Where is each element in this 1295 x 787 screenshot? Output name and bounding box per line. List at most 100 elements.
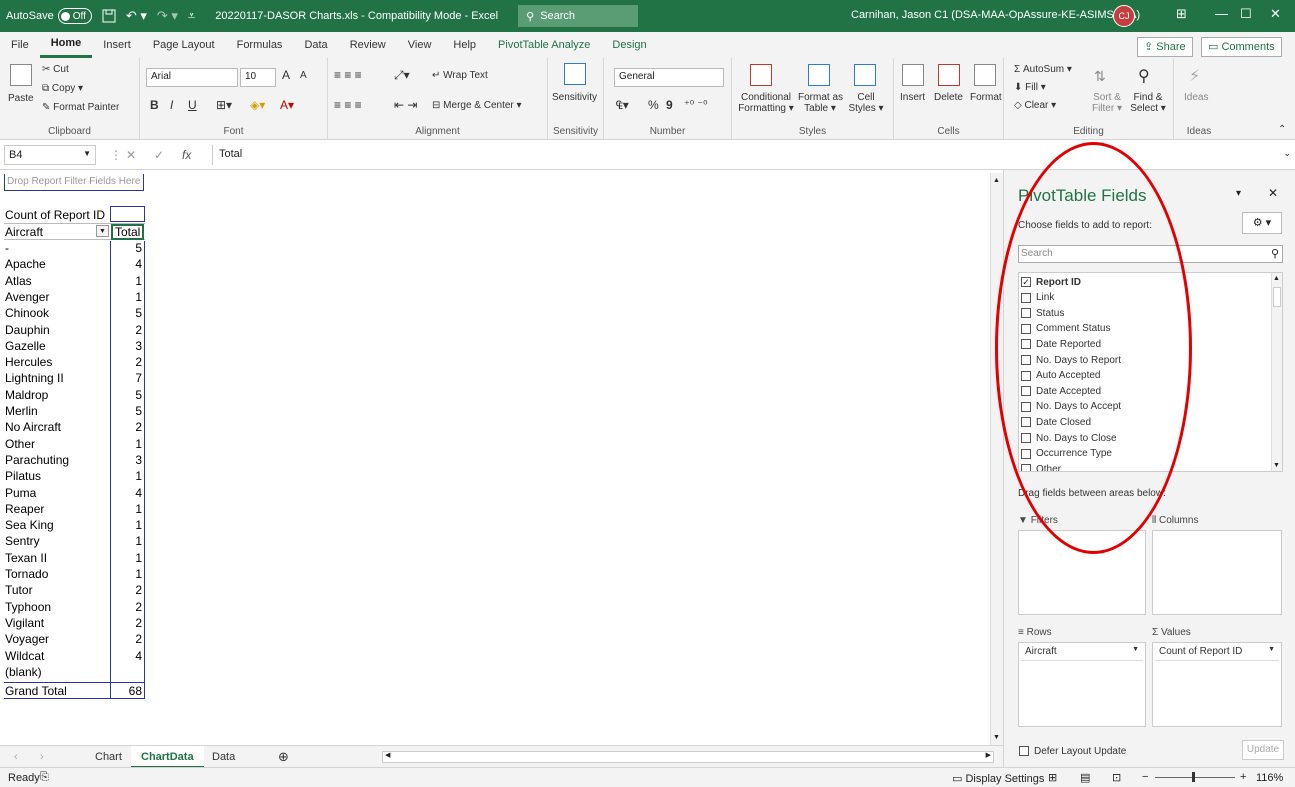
field-checkbox[interactable] (1021, 386, 1031, 397)
sheet-tab-chartdata[interactable]: ChartData (131, 746, 204, 768)
shrink-font-button[interactable]: A (300, 70, 307, 81)
decimal-icon[interactable]: ⁺⁰ ⁻⁰ (684, 98, 708, 111)
fill-color-icon[interactable]: ◈▾ (250, 98, 265, 112)
find-select-button[interactable]: Find & Select ▾ (1128, 92, 1168, 114)
field-checkbox[interactable] (1021, 355, 1031, 365)
row-label[interactable]: Apache (5, 256, 46, 272)
field-item[interactable]: ✓ Report ID (1021, 275, 1081, 289)
underline-button[interactable]: U (188, 98, 197, 112)
macro-recording-icon[interactable]: ⎘ (40, 771, 49, 784)
row-label[interactable]: Tutor (5, 582, 33, 598)
rows-field-dropdown-icon[interactable]: ▼ (1132, 646, 1139, 653)
field-scroll-up-icon[interactable]: ▲ (1273, 275, 1280, 282)
tab-pivottable-analyze[interactable]: PivotTable Analyze (487, 32, 601, 58)
rows-field-chip[interactable]: Aircraft ▼ (1021, 644, 1143, 661)
column-header-cell[interactable]: Total (111, 224, 144, 240)
field-list-scrollbar[interactable]: ▲ ▼ (1271, 273, 1282, 471)
borders-icon[interactable]: ⊞▾ (216, 98, 232, 112)
row-label[interactable]: Merlin (5, 403, 38, 419)
paste-button[interactable]: Paste (8, 93, 34, 104)
cell-styles-button[interactable]: Cell Styles ▾ (846, 92, 886, 114)
zoom-slider[interactable] (1155, 777, 1235, 778)
values-field-dropdown-icon[interactable]: ▼ (1268, 646, 1275, 653)
display-settings-button[interactable]: ▭ Display Settings (952, 772, 1044, 785)
values-field-chip[interactable]: Count of Report ID ▼ (1155, 644, 1279, 661)
align-left-icon[interactable]: ≡ ≡ ≡ (334, 98, 362, 112)
rows-area[interactable]: Aircraft ▼ (1018, 642, 1146, 727)
merge-center-button[interactable]: ⊟ Merge & Center ▾ (432, 100, 522, 111)
row-label[interactable]: Typhoon (5, 599, 51, 615)
format-cells-icon[interactable] (974, 64, 996, 86)
bold-button[interactable]: B (150, 98, 159, 112)
row-label[interactable]: Sentry (5, 533, 40, 549)
field-checkbox[interactable] (1021, 308, 1031, 319)
defer-checkbox-box[interactable] (1019, 746, 1029, 756)
minimize-button[interactable]: — (1215, 6, 1228, 21)
grand-total-label[interactable]: Grand Total (5, 683, 67, 699)
row-label[interactable]: Puma (5, 485, 36, 501)
close-button[interactable]: ✕ (1270, 6, 1281, 22)
wrap-text-button[interactable]: ↵ Wrap Text (432, 70, 488, 81)
align-top-icon[interactable]: ≡ ≡ ≡ (334, 68, 362, 82)
insert-cells-button[interactable]: Insert (900, 92, 925, 103)
zoom-level[interactable]: 116% (1256, 772, 1283, 784)
field-item[interactable]: No. Days to Accept (1021, 400, 1121, 414)
ribbon-display-icon[interactable]: ⊞ (1176, 6, 1187, 22)
values-area[interactable]: Count of Report ID ▼ (1152, 642, 1282, 727)
field-item[interactable]: Status (1021, 306, 1064, 320)
delete-cells-icon[interactable] (938, 64, 960, 86)
value-header[interactable]: Count of Report ID (5, 207, 105, 223)
field-item[interactable]: No. Days to Close (1021, 431, 1117, 445)
number-format-select[interactable]: General (614, 68, 724, 87)
row-label[interactable]: Gazelle (5, 338, 46, 354)
cancel-icon[interactable]: ✕ (126, 148, 136, 162)
save-icon[interactable] (102, 9, 116, 23)
row-label[interactable]: Wildcat (5, 648, 44, 664)
sensitivity-button[interactable]: Sensitivity (552, 92, 597, 103)
expand-formula-icon[interactable]: ⌄ (1283, 148, 1291, 159)
format-as-table-button[interactable]: Format as Table ▾ (798, 92, 843, 114)
field-checkbox[interactable] (1021, 464, 1031, 471)
field-item[interactable]: Date Closed (1021, 415, 1091, 429)
row-label[interactable]: Lightning II (5, 370, 64, 386)
redo-icon[interactable]: ↷ ▾ (157, 8, 178, 24)
clear-button[interactable]: ◇ Clear ▾ (1014, 100, 1056, 111)
field-list-settings-icon[interactable]: ⚙ ▾ (1242, 212, 1282, 234)
copy-button[interactable]: ⧉ Copy ▾ (42, 83, 83, 94)
field-checkbox[interactable] (1021, 401, 1031, 412)
cell-styles-icon[interactable] (854, 64, 876, 86)
search-box[interactable]: ⚲ Search (518, 5, 639, 27)
delete-cells-button[interactable]: Delete (934, 92, 963, 103)
field-checkbox[interactable] (1021, 339, 1031, 350)
row-label[interactable]: Maldrop (5, 387, 48, 403)
horizontal-scrollbar[interactable]: ◀ ▶ (382, 751, 994, 763)
share-button[interactable]: ⇪ Share (1137, 37, 1193, 57)
tab-help[interactable]: Help (442, 32, 487, 58)
scroll-left-icon[interactable]: ◀ (385, 751, 390, 759)
collapse-ribbon-icon[interactable]: ⌃ (1278, 124, 1286, 135)
undo-icon[interactable]: ↶ ▾ (126, 8, 147, 24)
row-label[interactable]: (blank) (5, 664, 42, 680)
scroll-down-icon[interactable]: ▼ (993, 734, 1000, 741)
ideas-icon[interactable]: ⚡ (1189, 66, 1200, 86)
field-checkbox[interactable] (1021, 433, 1031, 443)
fill-button[interactable]: ⬇ Fill ▾ (1014, 82, 1046, 93)
filters-area[interactable] (1018, 530, 1146, 615)
field-checkbox[interactable] (1021, 292, 1031, 303)
row-header[interactable]: Aircraft (5, 224, 43, 240)
row-label[interactable]: Voyager (5, 631, 49, 647)
field-checkbox[interactable] (1021, 323, 1031, 334)
sort-filter-button[interactable]: Sort & Filter ▾ (1088, 92, 1126, 114)
field-search-icon[interactable]: ⚲ (1271, 247, 1279, 260)
scroll-up-icon[interactable]: ▲ (993, 177, 1000, 184)
update-button[interactable]: Update (1242, 740, 1284, 760)
sort-filter-icon[interactable]: ⇅ (1094, 68, 1106, 85)
zoom-in-button[interactable]: + (1240, 771, 1246, 783)
columns-area[interactable] (1152, 530, 1282, 615)
field-item[interactable]: No. Days to Report (1021, 353, 1121, 367)
field-item[interactable]: Date Accepted (1021, 384, 1101, 398)
defer-layout-checkbox[interactable]: Defer Layout Update (1019, 744, 1126, 758)
row-label[interactable]: Hercules (5, 354, 52, 370)
row-label[interactable]: Reaper (5, 501, 44, 517)
vertical-scrollbar[interactable]: ▲ ▼ (990, 173, 1003, 745)
